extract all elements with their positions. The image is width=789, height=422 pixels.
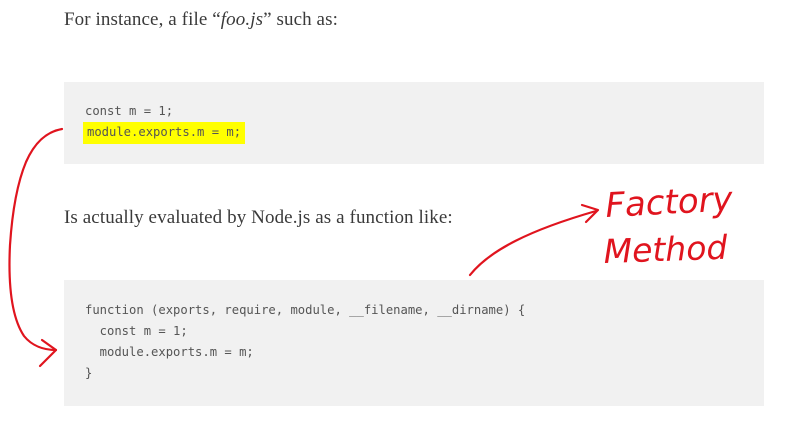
filename-emphasis: foo.js <box>220 9 264 30</box>
intro-paragraph: For instance, a file “foo.js” such as: <box>64 9 338 31</box>
explanation-paragraph: Is actually evaluated by Node.js as a fu… <box>64 207 453 228</box>
code-line: module.exports.m = m; <box>85 345 254 359</box>
yellow-highlight: module.exports.m = m; <box>83 122 246 144</box>
code-line-highlighted: module.exports.m = m; <box>83 122 764 144</box>
bracket-arrow-icon <box>38 338 58 368</box>
annotation-text-method: Method <box>603 228 729 271</box>
code-line: const m = 1; <box>85 104 174 118</box>
intro-text-prefix: For instance, a file “ <box>64 9 221 30</box>
code-block-wrapper-function: function (exports, require, module, __fi… <box>64 280 764 406</box>
code-line: function (exports, require, module, __fi… <box>85 303 526 317</box>
bracket-curve <box>8 127 64 352</box>
annotation-text-factory: Factory <box>604 179 734 226</box>
code-line: } <box>85 366 93 380</box>
pointer-arrow-line <box>468 209 598 277</box>
pointer-arrow-icon <box>580 203 600 224</box>
intro-text-suffix: ” such as: <box>263 9 338 30</box>
code-block-module: const m = 1; module.exports.m = m; <box>64 82 764 164</box>
code-line: const m = 1; <box>85 324 188 338</box>
